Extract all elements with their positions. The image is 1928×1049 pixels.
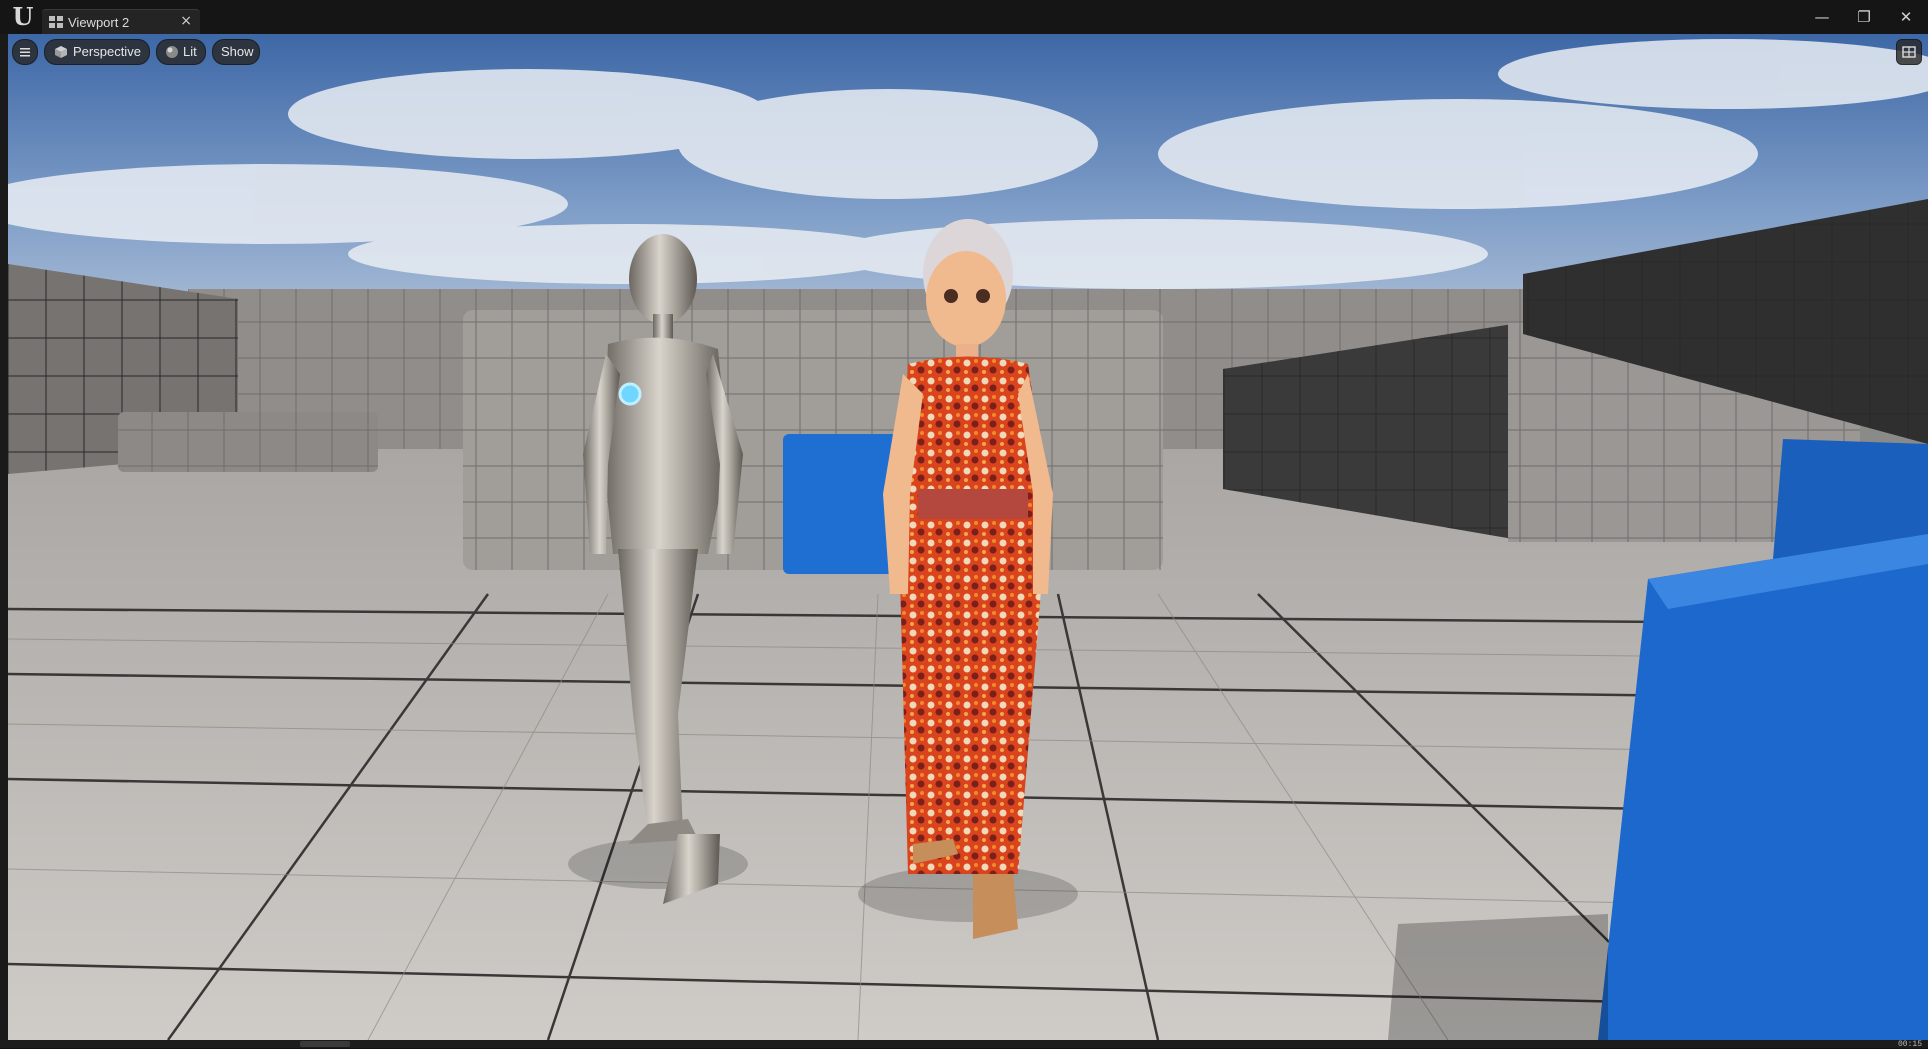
- tab-close-icon[interactable]: ×: [180, 13, 192, 29]
- unreal-logo-icon: U: [12, 2, 34, 31]
- lit-label: Lit: [183, 44, 197, 59]
- bottom-scrollbar[interactable]: [0, 1040, 1928, 1048]
- restore-button[interactable]: ❐: [1846, 4, 1882, 30]
- viewport-layout-icon: [1902, 46, 1916, 58]
- tab-label: Viewport 2: [68, 15, 130, 30]
- viewport-layout-button[interactable]: [1896, 39, 1922, 65]
- blue-cube-right-near: [1598, 534, 1928, 1040]
- perspective-label: Perspective: [73, 44, 141, 59]
- scene-render: [8, 34, 1928, 1040]
- title-bar: U Viewport 2 × — ❐ ✕: [0, 0, 1928, 35]
- viewport-menu-button[interactable]: [12, 39, 38, 65]
- sphere-icon: [166, 46, 178, 58]
- cube-icon: [55, 46, 67, 58]
- close-window-button[interactable]: ✕: [1888, 4, 1924, 30]
- scrollbar-thumb[interactable]: [300, 1041, 350, 1047]
- viewport-tab-icon: [49, 16, 63, 28]
- level-viewport[interactable]: Perspective Lit Show: [8, 34, 1928, 1040]
- show-button[interactable]: Show: [212, 39, 260, 65]
- perspective-view-button[interactable]: Perspective: [44, 39, 150, 65]
- lit-mode-button[interactable]: Lit: [156, 39, 206, 65]
- hamburger-menu-icon: [20, 48, 30, 57]
- show-label: Show: [221, 44, 254, 59]
- minimize-button[interactable]: —: [1804, 4, 1840, 30]
- viewport-left-border: [0, 34, 8, 1040]
- tab-viewport-2[interactable]: Viewport 2 ×: [42, 9, 200, 35]
